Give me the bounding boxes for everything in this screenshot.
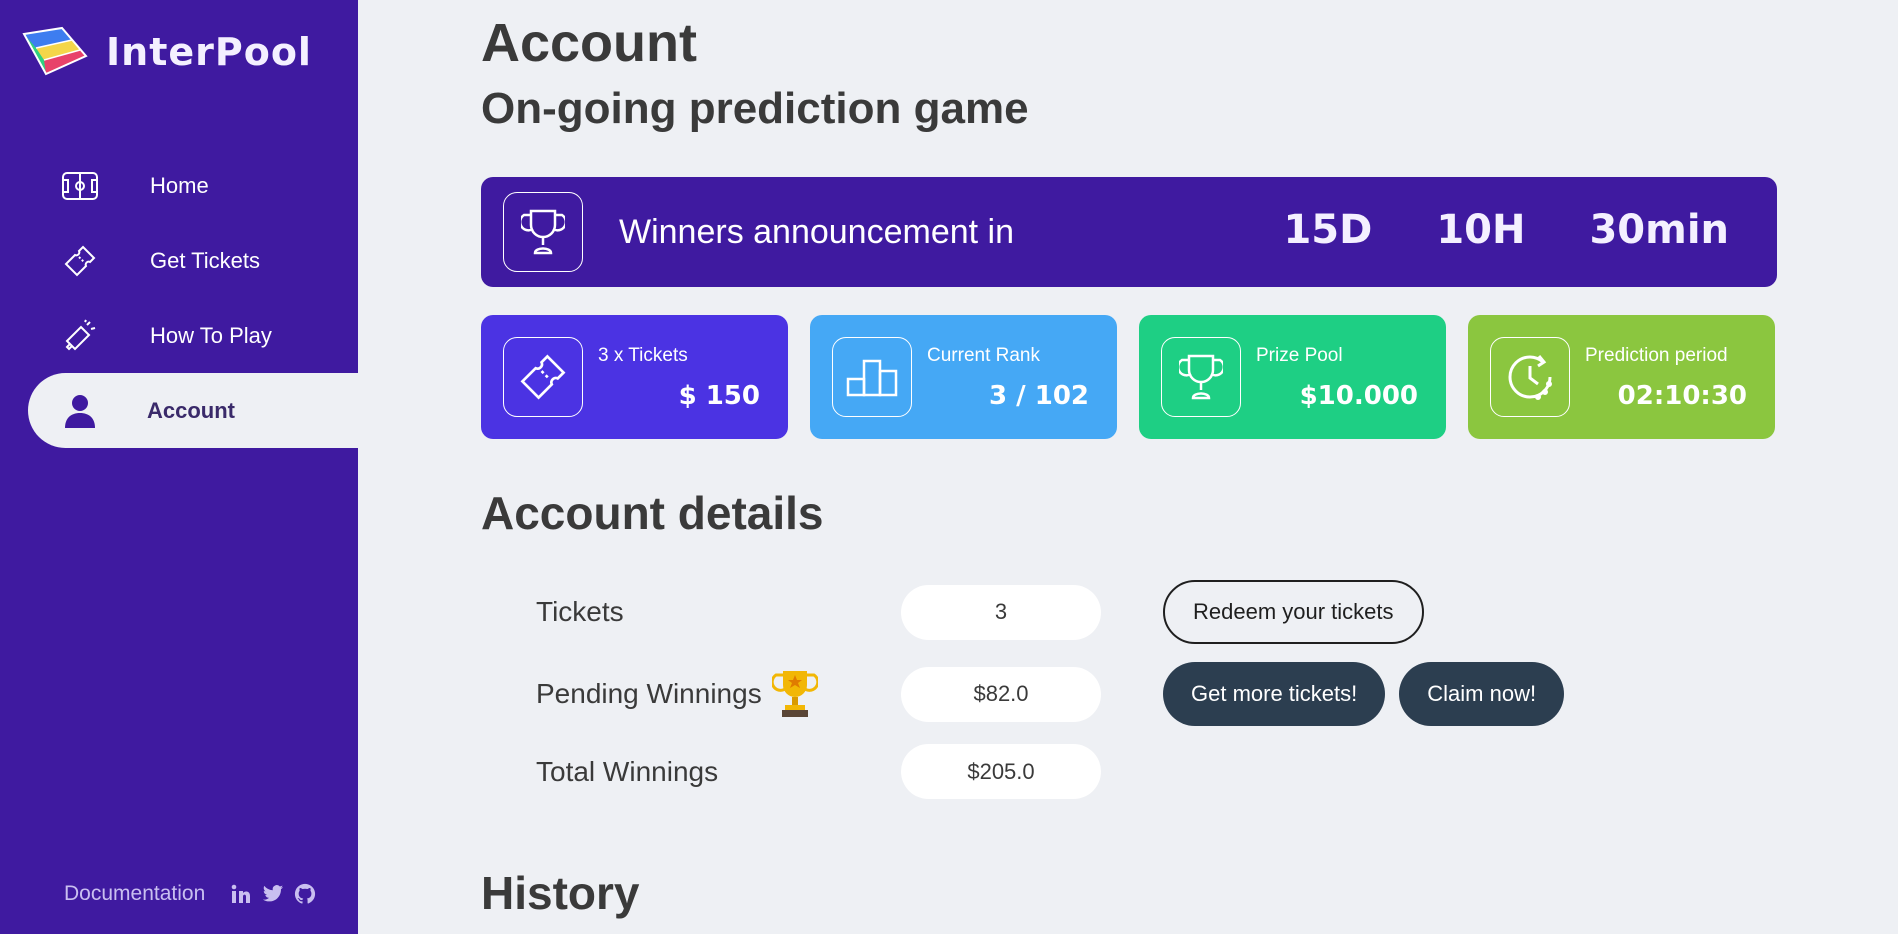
field-icon xyxy=(60,166,100,206)
redeem-tickets-button[interactable]: Redeem your tickets xyxy=(1163,580,1424,644)
pending-winnings-row: Pending Winnings $82.0 Get more tickets!… xyxy=(536,662,1565,726)
sidebar-item-how-to-play[interactable]: How To Play xyxy=(28,298,358,373)
page-subtitle: On-going prediction game xyxy=(481,84,1029,133)
sidebar-footer: Documentation xyxy=(64,882,317,906)
pending-winnings-value: $82.0 xyxy=(901,666,1101,722)
trophy-icon xyxy=(1161,337,1241,417)
pending-winnings-label-wrap: Pending Winnings xyxy=(536,669,901,719)
sidebar-item-get-tickets[interactable]: Get Tickets xyxy=(28,223,358,298)
github-icon[interactable] xyxy=(293,882,317,906)
stats-cards: 3 x Tickets $ 150 Current Rank 3 / 102 P… xyxy=(481,315,1775,439)
stat-label: Current Rank xyxy=(927,345,1040,366)
twitter-icon[interactable] xyxy=(261,882,285,906)
logo-icon xyxy=(22,26,88,76)
account-details-title: Account details xyxy=(481,487,824,539)
social-links xyxy=(229,882,317,906)
banner-text: Winners announcement in xyxy=(619,212,1015,251)
countdown: 15D 10H 30min xyxy=(1283,207,1729,253)
trophy-icon xyxy=(503,192,583,272)
documentation-link[interactable]: Documentation xyxy=(64,882,205,906)
winners-banner: Winners announcement in 15D 10H 30min xyxy=(481,177,1777,287)
countdown-minutes: 30min xyxy=(1589,207,1729,253)
total-winnings-label: Total Winnings xyxy=(536,755,719,787)
get-more-tickets-button[interactable]: Get more tickets! xyxy=(1163,662,1386,726)
tickets-row: Tickets 3 Redeem your tickets xyxy=(536,580,1424,644)
history-title: History xyxy=(481,867,640,919)
app-name: InterPool xyxy=(106,30,312,74)
stat-card-rank: Current Rank 3 / 102 xyxy=(810,315,1117,439)
stat-value: 02:10:30 xyxy=(1617,381,1747,411)
ticket-icon xyxy=(503,337,583,417)
stat-label: Prize Pool xyxy=(1256,345,1343,366)
ticket-icon xyxy=(60,241,100,281)
sidebar-item-label: Get Tickets xyxy=(150,247,261,273)
stat-card-prize-pool: Prize Pool $10.000 xyxy=(1139,315,1446,439)
app-logo[interactable]: InterPool xyxy=(22,26,312,78)
stat-value: 3 / 102 xyxy=(989,381,1089,411)
countdown-hours: 10H xyxy=(1436,207,1526,253)
tickets-label: Tickets xyxy=(536,596,624,627)
linkedin-icon[interactable] xyxy=(229,882,253,906)
page-title: Account xyxy=(481,13,697,73)
stat-value: $10.000 xyxy=(1299,381,1418,411)
total-winnings-value: $205.0 xyxy=(901,744,1101,799)
user-icon xyxy=(60,391,100,431)
sidebar-nav: Home Get Tickets How To Play Account xyxy=(28,148,358,448)
stat-card-prediction-period: Prediction period 02:10:30 xyxy=(1468,315,1775,439)
stat-label: 3 x Tickets xyxy=(598,345,688,366)
clock-icon xyxy=(1490,337,1570,417)
sidebar: InterPool Home Get Tickets How To Play A… xyxy=(0,0,358,934)
stat-card-tickets: 3 x Tickets $ 150 xyxy=(481,315,788,439)
sidebar-item-label: Home xyxy=(150,172,209,198)
claim-now-button[interactable]: Claim now! xyxy=(1399,662,1565,726)
stat-label: Prediction period xyxy=(1585,345,1728,366)
pending-winnings-label: Pending Winnings xyxy=(536,678,762,709)
sidebar-item-label: Account xyxy=(147,397,235,423)
megaphone-icon xyxy=(60,316,100,356)
trophy-emoji-icon xyxy=(771,671,818,717)
sidebar-item-home[interactable]: Home xyxy=(28,148,358,223)
total-winnings-row: Total Winnings $205.0 xyxy=(536,744,1101,799)
sidebar-item-account[interactable]: Account xyxy=(28,373,358,448)
podium-icon xyxy=(832,337,912,417)
countdown-days: 15D xyxy=(1283,207,1373,253)
tickets-value: 3 xyxy=(901,584,1101,640)
stat-value: $ 150 xyxy=(678,381,760,411)
sidebar-item-label: How To Play xyxy=(150,322,272,348)
